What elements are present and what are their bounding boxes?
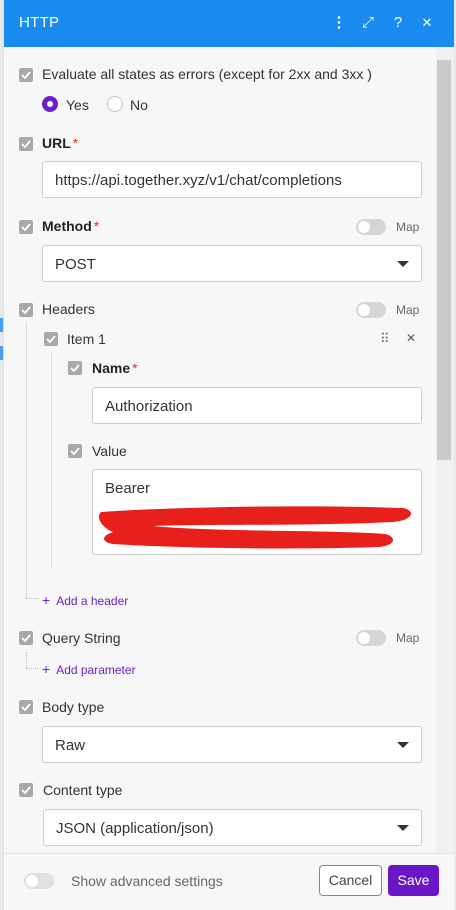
headers-collapse-checkbox[interactable] (19, 303, 33, 317)
header-item-collapse-checkbox[interactable] (44, 332, 58, 346)
query-collapse-checkbox[interactable] (19, 631, 33, 645)
url-label: URL * (42, 135, 79, 151)
method-map-toggle[interactable] (356, 219, 386, 235)
query-tree-line (26, 652, 27, 668)
chevron-down-icon (397, 825, 409, 831)
query-map-toggle[interactable] (356, 630, 386, 646)
form-content: Evaluate all states as errors (except fo… (4, 47, 436, 853)
header-value-collapse-checkbox[interactable] (68, 444, 82, 458)
header-name-collapse-checkbox[interactable] (68, 361, 82, 375)
header-value-label: Value (92, 443, 127, 459)
advanced-settings-toggle[interactable] (24, 873, 54, 889)
cancel-button[interactable]: Cancel (319, 865, 382, 896)
url-required-mark: * (72, 135, 79, 151)
header-name-input[interactable]: Authorization (92, 387, 422, 424)
headers-map-toggle[interactable] (356, 302, 386, 318)
chevron-down-icon (397, 261, 409, 267)
evaluate-no-radio[interactable] (107, 96, 123, 112)
http-module-panel: HTTP ⋮ ⤢ ? ✕ Evaluate all states as erro… (3, 0, 454, 910)
method-required-mark: * (93, 218, 100, 234)
drag-handle-icon[interactable]: ⠿ (380, 331, 390, 347)
chevron-down-icon (397, 742, 409, 748)
url-input[interactable]: https://api.together.xyz/v1/chat/complet… (42, 161, 422, 198)
body-type-select-value: Raw (55, 737, 86, 754)
content-type-select[interactable]: JSON (application/json) (43, 809, 422, 846)
url-collapse-checkbox[interactable] (19, 137, 33, 151)
headers-map-label: Map (396, 303, 420, 317)
headers-label: Headers (42, 301, 95, 317)
body-type-collapse-checkbox[interactable] (19, 700, 33, 714)
item-tree-line (51, 353, 52, 568)
close-icon[interactable]: ✕ (417, 12, 437, 34)
method-select-value: POST (55, 256, 96, 273)
expand-icon[interactable]: ⤢ (358, 12, 378, 34)
evaluate-no-label[interactable]: No (130, 97, 148, 113)
query-map-label: Map (396, 631, 420, 645)
evaluate-collapse-checkbox[interactable] (19, 68, 33, 82)
more-vertical-icon[interactable]: ⋮ (329, 12, 349, 34)
evaluate-yes-label[interactable]: Yes (66, 97, 89, 113)
add-parameter-link[interactable]: + Add parameter (42, 661, 136, 677)
method-collapse-checkbox[interactable] (19, 220, 33, 234)
content-type-label: Content type (43, 782, 123, 798)
redaction-mark (98, 506, 412, 549)
remove-item-icon[interactable]: ✕ (406, 331, 416, 345)
save-button[interactable]: Save (388, 865, 439, 896)
method-select[interactable]: POST (42, 245, 422, 282)
method-map-label: Map (396, 220, 420, 234)
panel-title: HTTP (19, 14, 60, 31)
content-type-collapse-checkbox[interactable] (19, 783, 33, 797)
panel-header: HTTP ⋮ ⤢ ? ✕ (4, 0, 454, 47)
evaluate-yes-radio[interactable] (42, 96, 58, 112)
query-label: Query String (42, 630, 121, 646)
headers-tree-line (26, 323, 27, 598)
help-icon[interactable]: ? (388, 12, 408, 34)
body-type-select[interactable]: Raw (42, 726, 422, 763)
plus-icon: + (42, 592, 51, 608)
header-item-label: Item 1 (67, 331, 106, 347)
headers-tree-line (26, 598, 38, 599)
advanced-settings-label[interactable]: Show advanced settings (71, 873, 223, 889)
add-header-link[interactable]: + Add a header (42, 592, 128, 608)
header-name-label: Name * (92, 360, 138, 376)
body-type-label: Body type (42, 699, 105, 715)
content-type-select-value: JSON (application/json) (56, 820, 214, 837)
header-name-required-mark: * (132, 360, 138, 376)
scrollbar-thumb[interactable] (437, 60, 451, 460)
plus-icon: + (42, 661, 51, 677)
evaluate-label: Evaluate all states as errors (except fo… (42, 66, 372, 82)
panel-footer: Show advanced settings Cancel Save (4, 853, 454, 910)
header-value-textarea[interactable]: Bearer (92, 469, 422, 555)
query-tree-line (26, 668, 38, 669)
method-label: Method * (42, 218, 100, 234)
